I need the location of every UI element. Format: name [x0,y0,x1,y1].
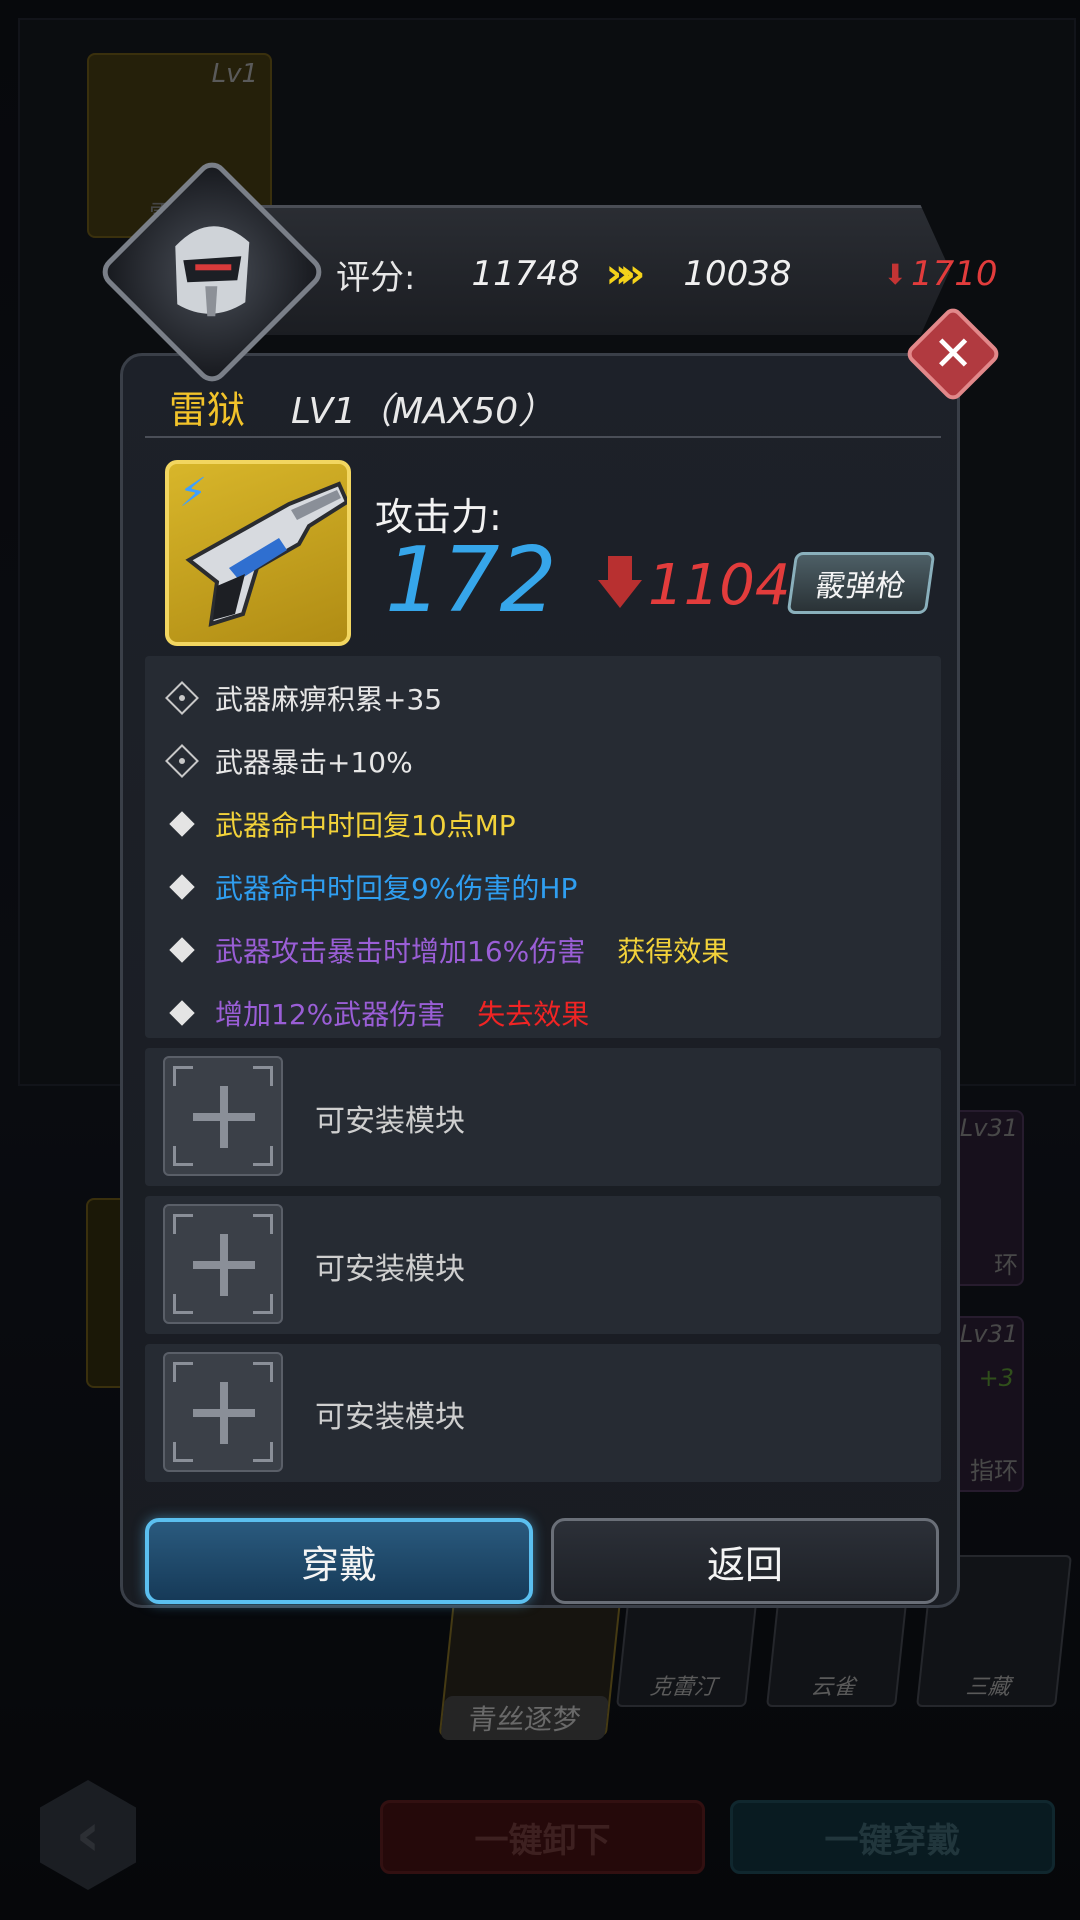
down-arrow-icon [598,556,642,608]
item-name: 雷狱 [169,388,246,432]
lock-icon [165,680,199,715]
score-diff-value: 1710 [910,254,998,294]
score-old-value: 11748 [471,254,580,294]
diamond-bullet-icon [169,810,195,837]
module-slot[interactable]: 可安装模块 [145,1048,941,1186]
module-slot[interactable]: 可安装模块 [145,1344,941,1482]
attribute-text: 武器命中时回复9%伤害的HP [215,871,578,905]
diamond-bullet-icon [169,873,195,900]
score-row: 评分: 11748 »» 10038 ⬇ 1710 [336,249,998,299]
attribute-row: 武器命中时回复9%伤害的HP [145,855,941,918]
diamond-bullet-icon [169,936,195,963]
return-button[interactable]: 返回 [551,1518,939,1604]
module-slot-label: 可安装模块 [315,1400,465,1435]
attribute-text: 增加12%武器伤害 [215,997,446,1031]
attribute-list: 武器麻痹积累+35 武器暴击+10% 武器命中时回复10点MP 武器命中时回复9… [145,656,941,1038]
gain-effect-status: 获得效果 [617,934,730,968]
wear-button[interactable]: 穿戴 [145,1518,533,1604]
down-arrow-icon: ⬇ [883,257,907,291]
weapon-icon: ⚡ [165,460,351,646]
diamond-bullet-icon [169,999,195,1026]
lock-icon [165,743,199,778]
attribute-row: 武器命中时回复10点MP [145,792,941,855]
weapon-type-badge: 霰弹枪 [786,552,936,614]
add-module-icon[interactable] [163,1352,283,1472]
item-detail-dialog: 雷狱 LV1（MAX50） ⚡ 攻击力: 172 1104 霰弹枪 武器麻痹积累… [120,353,960,1608]
add-module-icon[interactable] [163,1056,283,1176]
attribute-row: 武器麻痹积累+35 [145,666,941,729]
attribute-row: 增加12%武器伤害 失去效果 [145,981,941,1044]
attribute-text: 武器攻击暴击时增加16%伤害 [215,934,586,968]
module-slot[interactable]: 可安装模块 [145,1196,941,1334]
module-slot-label: 可安装模块 [315,1252,465,1287]
add-module-icon[interactable] [163,1204,283,1324]
attribute-text: 武器命中时回复10点MP [215,808,516,842]
attribute-row: 武器暴击+10% [145,729,941,792]
module-slot-label: 可安装模块 [315,1104,465,1139]
lose-effect-status: 失去效果 [477,997,590,1031]
shotgun-icon [185,481,347,627]
attack-value: 172 [385,528,557,633]
item-level: LV1（MAX50） [291,391,555,432]
attack-diff-value: 1104 [648,553,791,618]
attribute-text: 武器麻痹积累+35 [215,682,443,716]
score-new-value: 10038 [683,254,792,294]
close-icon: ✕ [932,326,974,382]
score-label: 评分: [336,257,416,298]
attribute-text: 武器暴击+10% [215,745,413,779]
item-header: 雷狱 LV1（MAX50） [145,386,941,438]
helmet-portrait-icon [175,226,250,317]
attribute-row: 武器攻击暴击时增加16%伤害 获得效果 [145,918,941,981]
double-chevron-right-icon: »» [605,251,646,297]
